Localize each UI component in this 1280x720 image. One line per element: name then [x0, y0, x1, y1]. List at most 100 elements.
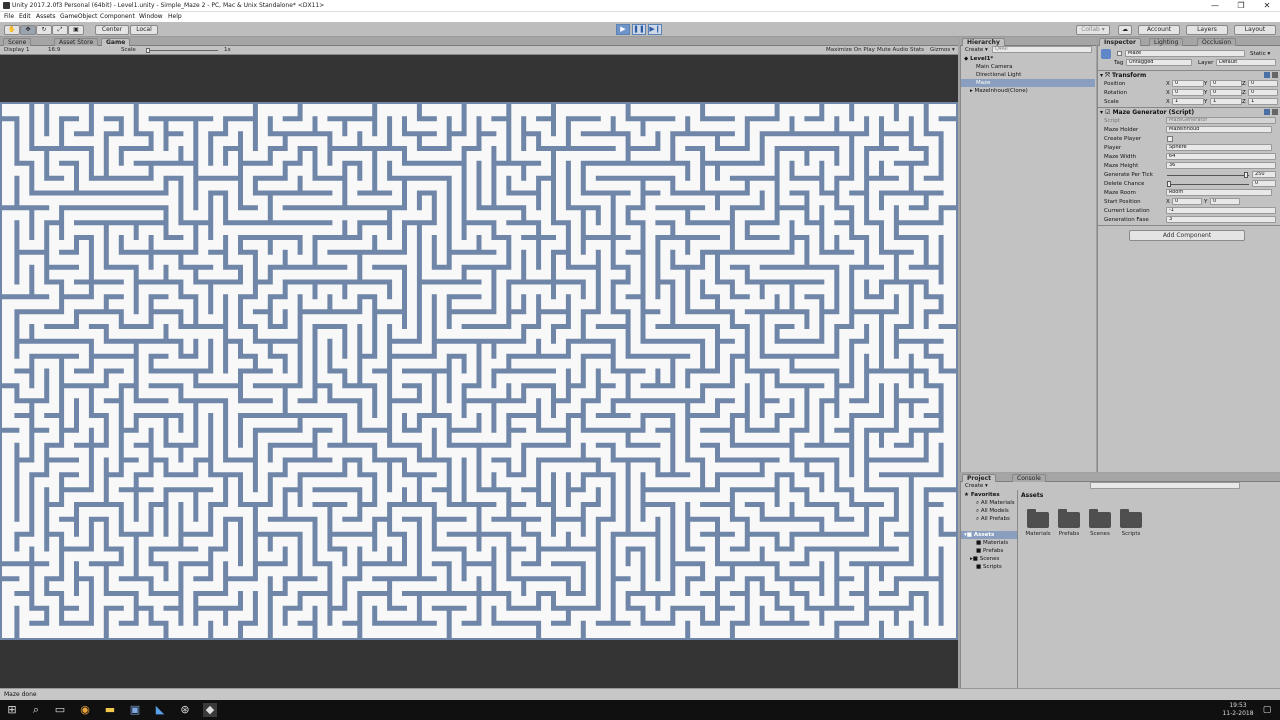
help-icon[interactable] [1264, 72, 1270, 78]
favorite-all-models[interactable]: ⌕ All Models [976, 508, 1009, 515]
collab-button[interactable]: Collab ▾ [1076, 25, 1110, 35]
current-location-input[interactable]: -1 [1166, 207, 1276, 214]
favorite-all-prefabs[interactable]: ⌕ All Prefabs [976, 516, 1010, 523]
notifications-icon[interactable]: ▢ [1260, 703, 1274, 717]
tab-asset-store[interactable]: Asset Store [54, 38, 99, 46]
rotation-y-input[interactable]: 0 [1210, 89, 1242, 96]
asset-tree-item[interactable]: ▸■ Scenes [970, 556, 999, 562]
generation-fase-input[interactable]: 3 [1166, 216, 1276, 223]
maze-height-input[interactable]: 36 [1166, 162, 1276, 169]
play-button[interactable]: ▶ [616, 24, 630, 35]
file-explorer-icon[interactable]: ▬ [103, 703, 117, 717]
active-checkbox[interactable] [1117, 51, 1122, 56]
task-view-icon[interactable]: ▭ [53, 703, 67, 717]
settings-gear-icon[interactable] [1272, 72, 1278, 78]
menu-window[interactable]: Window [139, 13, 163, 20]
layer-dropdown[interactable]: Default [1216, 59, 1276, 66]
gizmos-dropdown[interactable]: Gizmos ▾ [930, 47, 955, 53]
hierarchy-item-main-camera[interactable]: Main Camera [976, 64, 1012, 70]
windows-start-icon[interactable]: ⊞ [5, 703, 19, 717]
hierarchy-item-directional-light[interactable]: Directional Light [976, 72, 1021, 78]
position-z-input[interactable]: 0 [1248, 80, 1278, 87]
maze-generator-header[interactable]: ▾ ☑ Maze Generator (Script) [1100, 109, 1194, 116]
scale-slider-thumb[interactable] [146, 48, 150, 53]
menu-component[interactable]: Component [100, 13, 135, 20]
hierarchy-scene-root[interactable]: ◆ Level1* [964, 56, 993, 62]
tab-occlusion[interactable]: Occlusion [1197, 38, 1237, 46]
minimize-button[interactable]: — [1202, 0, 1228, 12]
aspect-dropdown[interactable]: 16:9 [48, 47, 60, 53]
tab-game[interactable]: Game [101, 38, 131, 46]
menu-assets[interactable]: Assets [36, 13, 56, 20]
unity-icon[interactable]: ◆ [203, 703, 217, 717]
asset-tree-item[interactable]: ■ Materials [976, 540, 1008, 546]
clock-date[interactable]: 11-2-2018 [1222, 710, 1254, 717]
layers-dropdown[interactable]: Layers [1186, 25, 1228, 35]
tab-hierarchy[interactable]: Hierarchy [962, 38, 1005, 46]
rotation-z-input[interactable]: 0 [1248, 89, 1278, 96]
maze-width-input[interactable]: 64 [1166, 153, 1276, 160]
account-dropdown[interactable]: Account [1138, 25, 1180, 35]
visual-studio-icon[interactable]: ◣ [153, 703, 167, 717]
hierarchy-item-mazeinhoud[interactable]: ▸ MazeInhoud(Clone) [970, 88, 1028, 94]
tab-scene[interactable]: Scene [3, 38, 32, 46]
scale-tool-button[interactable]: ⤢ [52, 25, 68, 35]
rotate-tool-button[interactable]: ↻ [36, 25, 52, 35]
create-player-checkbox[interactable] [1167, 136, 1173, 142]
script-field[interactable]: MazeGenerator [1166, 117, 1276, 124]
cloud-button[interactable]: ☁ [1118, 25, 1132, 35]
object-name-input[interactable]: Maze [1125, 50, 1245, 57]
player-field[interactable]: Sphere [1166, 144, 1272, 151]
maze-holder-field[interactable]: MazeInhoud [1166, 126, 1272, 133]
pivot-center-button[interactable]: Center [95, 25, 129, 35]
close-button[interactable]: ✕ [1254, 0, 1280, 12]
hierarchy-item-maze[interactable]: Maze [976, 80, 990, 86]
asset-tree-item[interactable]: ■ Scripts [976, 564, 1002, 570]
component-enabled-checkbox[interactable]: ☑ [1105, 109, 1112, 116]
help-icon[interactable] [1264, 109, 1270, 115]
rotation-x-input[interactable]: 0 [1172, 89, 1204, 96]
hierarchy-create-button[interactable]: Create ▾ [965, 47, 988, 53]
clock-time[interactable]: 19:53 [1224, 702, 1252, 709]
tab-project[interactable]: Project [962, 474, 997, 482]
scale-slider[interactable] [146, 50, 218, 51]
position-x-input[interactable]: 0 [1172, 80, 1204, 87]
rect-tool-button[interactable]: ▣ [68, 25, 84, 35]
static-dropdown[interactable]: Static ▾ [1250, 51, 1270, 57]
menu-gameobject[interactable]: GameObject [60, 13, 97, 20]
maze-room-field[interactable]: Room [1166, 189, 1272, 196]
start-position-x-input[interactable]: 0 [1172, 198, 1202, 205]
move-tool-button[interactable]: ✥ [20, 25, 36, 35]
maximize-button[interactable]: ❐ [1228, 0, 1254, 12]
generate-per-tick-thumb[interactable] [1243, 172, 1248, 178]
tag-dropdown[interactable]: Untagged [1126, 59, 1192, 66]
transform-header[interactable]: ▾ ⤧ Transform [1100, 72, 1146, 80]
asset-tree-item[interactable]: ■ Prefabs [976, 548, 1003, 554]
scale-z-input[interactable]: 1 [1248, 98, 1278, 105]
delete-chance-slider[interactable] [1167, 184, 1249, 185]
favorites-header[interactable]: ★ Favorites [964, 492, 1000, 498]
tab-inspector[interactable]: Inspector [1099, 38, 1141, 46]
folder-icon[interactable] [1089, 509, 1111, 528]
mute-audio-toggle[interactable]: Mute Audio [877, 47, 908, 53]
project-create-button[interactable]: Create ▾ [965, 483, 988, 489]
search-icon[interactable]: ⌕ [29, 703, 43, 717]
add-component-button[interactable]: Add Component [1129, 230, 1245, 241]
app-icon[interactable]: ▣ [128, 703, 142, 717]
folder-icon[interactable] [1027, 509, 1049, 528]
menu-file[interactable]: File [4, 13, 14, 20]
scale-x-input[interactable]: 1 [1172, 98, 1204, 105]
layout-dropdown[interactable]: Layout [1234, 25, 1276, 35]
scale-y-input[interactable]: 1 [1210, 98, 1242, 105]
project-search-input[interactable] [1090, 482, 1240, 489]
tab-lighting[interactable]: Lighting [1149, 38, 1184, 46]
hand-tool-button[interactable]: ✋ [4, 25, 20, 35]
pause-button[interactable]: ❚❚ [632, 24, 646, 35]
folder-icon[interactable] [1058, 509, 1080, 528]
settings-gear-icon[interactable] [1272, 109, 1278, 115]
display-dropdown[interactable]: Display 1 [4, 47, 30, 53]
menu-help[interactable]: Help [168, 13, 182, 20]
steam-icon[interactable]: ⊛ [178, 703, 192, 717]
menu-edit[interactable]: Edit [19, 13, 31, 20]
start-position-y-input[interactable]: 0 [1210, 198, 1240, 205]
